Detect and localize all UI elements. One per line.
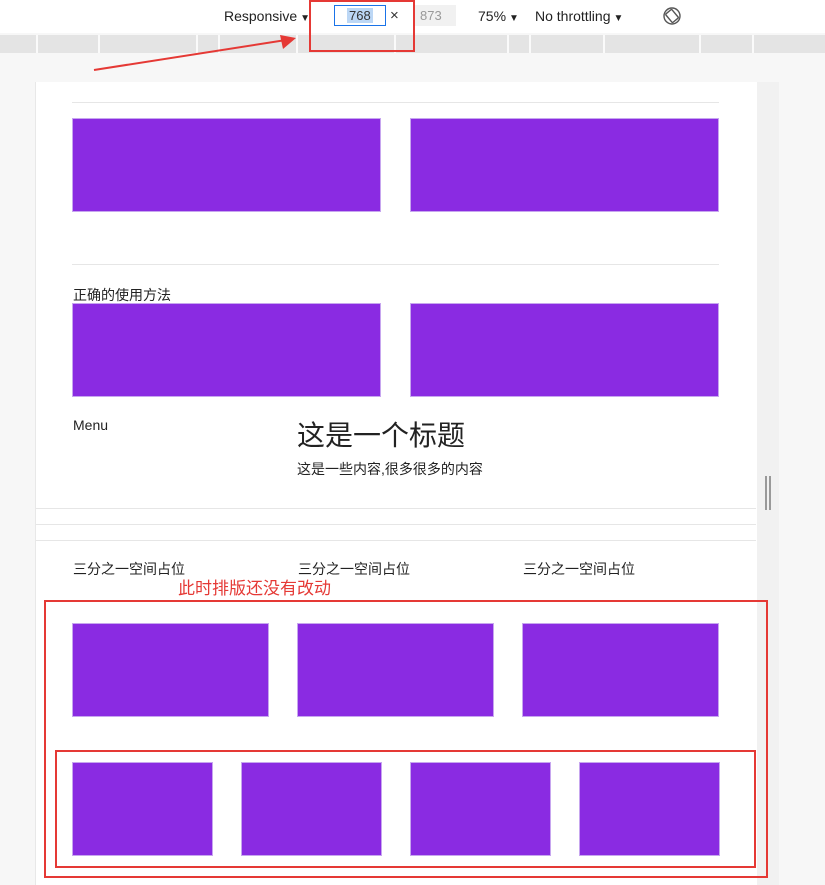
third-box xyxy=(297,623,494,717)
half-box xyxy=(72,118,381,212)
zoom-selector[interactable]: 75% ▼ xyxy=(478,6,519,26)
resize-handle[interactable] xyxy=(765,476,771,510)
divider xyxy=(36,524,756,525)
third-box xyxy=(522,623,719,717)
height-input[interactable]: 873 xyxy=(414,5,456,26)
device-label: Responsive xyxy=(224,8,298,24)
section-title: 正确的使用方法 xyxy=(73,287,171,303)
zoom-label: 75% xyxy=(478,8,507,24)
half-box xyxy=(72,303,381,397)
annotation-note: 此时排版还没有改动 xyxy=(178,579,331,598)
quarter-box xyxy=(579,762,720,856)
device-selector[interactable]: Responsive ▼ xyxy=(224,6,310,26)
rotate-icon[interactable] xyxy=(662,6,682,26)
throttling-label: No throttling xyxy=(535,8,611,24)
menu-label: Menu xyxy=(73,417,109,433)
divider xyxy=(72,102,719,103)
page-heading: 这是一个标题 xyxy=(297,420,466,451)
quarter-box xyxy=(410,762,551,856)
half-box xyxy=(410,118,719,212)
half-box xyxy=(410,303,719,397)
annotation-arrow xyxy=(93,35,296,71)
divider xyxy=(36,508,756,509)
third-label: 三分之一空间占位 xyxy=(73,561,185,577)
divider xyxy=(72,264,719,265)
third-box xyxy=(72,623,269,717)
heading-content: 这是一些内容,很多很多的内容 xyxy=(297,461,483,477)
quarter-box xyxy=(241,762,382,856)
chevron-down-icon: ▼ xyxy=(613,13,624,24)
third-label: 三分之一空间占位 xyxy=(523,561,635,577)
throttling-selector[interactable]: No throttling ▼ xyxy=(535,6,623,26)
divider xyxy=(36,540,756,541)
quarter-box xyxy=(72,762,213,856)
annotation-highlight-width xyxy=(309,0,415,52)
chevron-down-icon: ▼ xyxy=(509,13,519,24)
